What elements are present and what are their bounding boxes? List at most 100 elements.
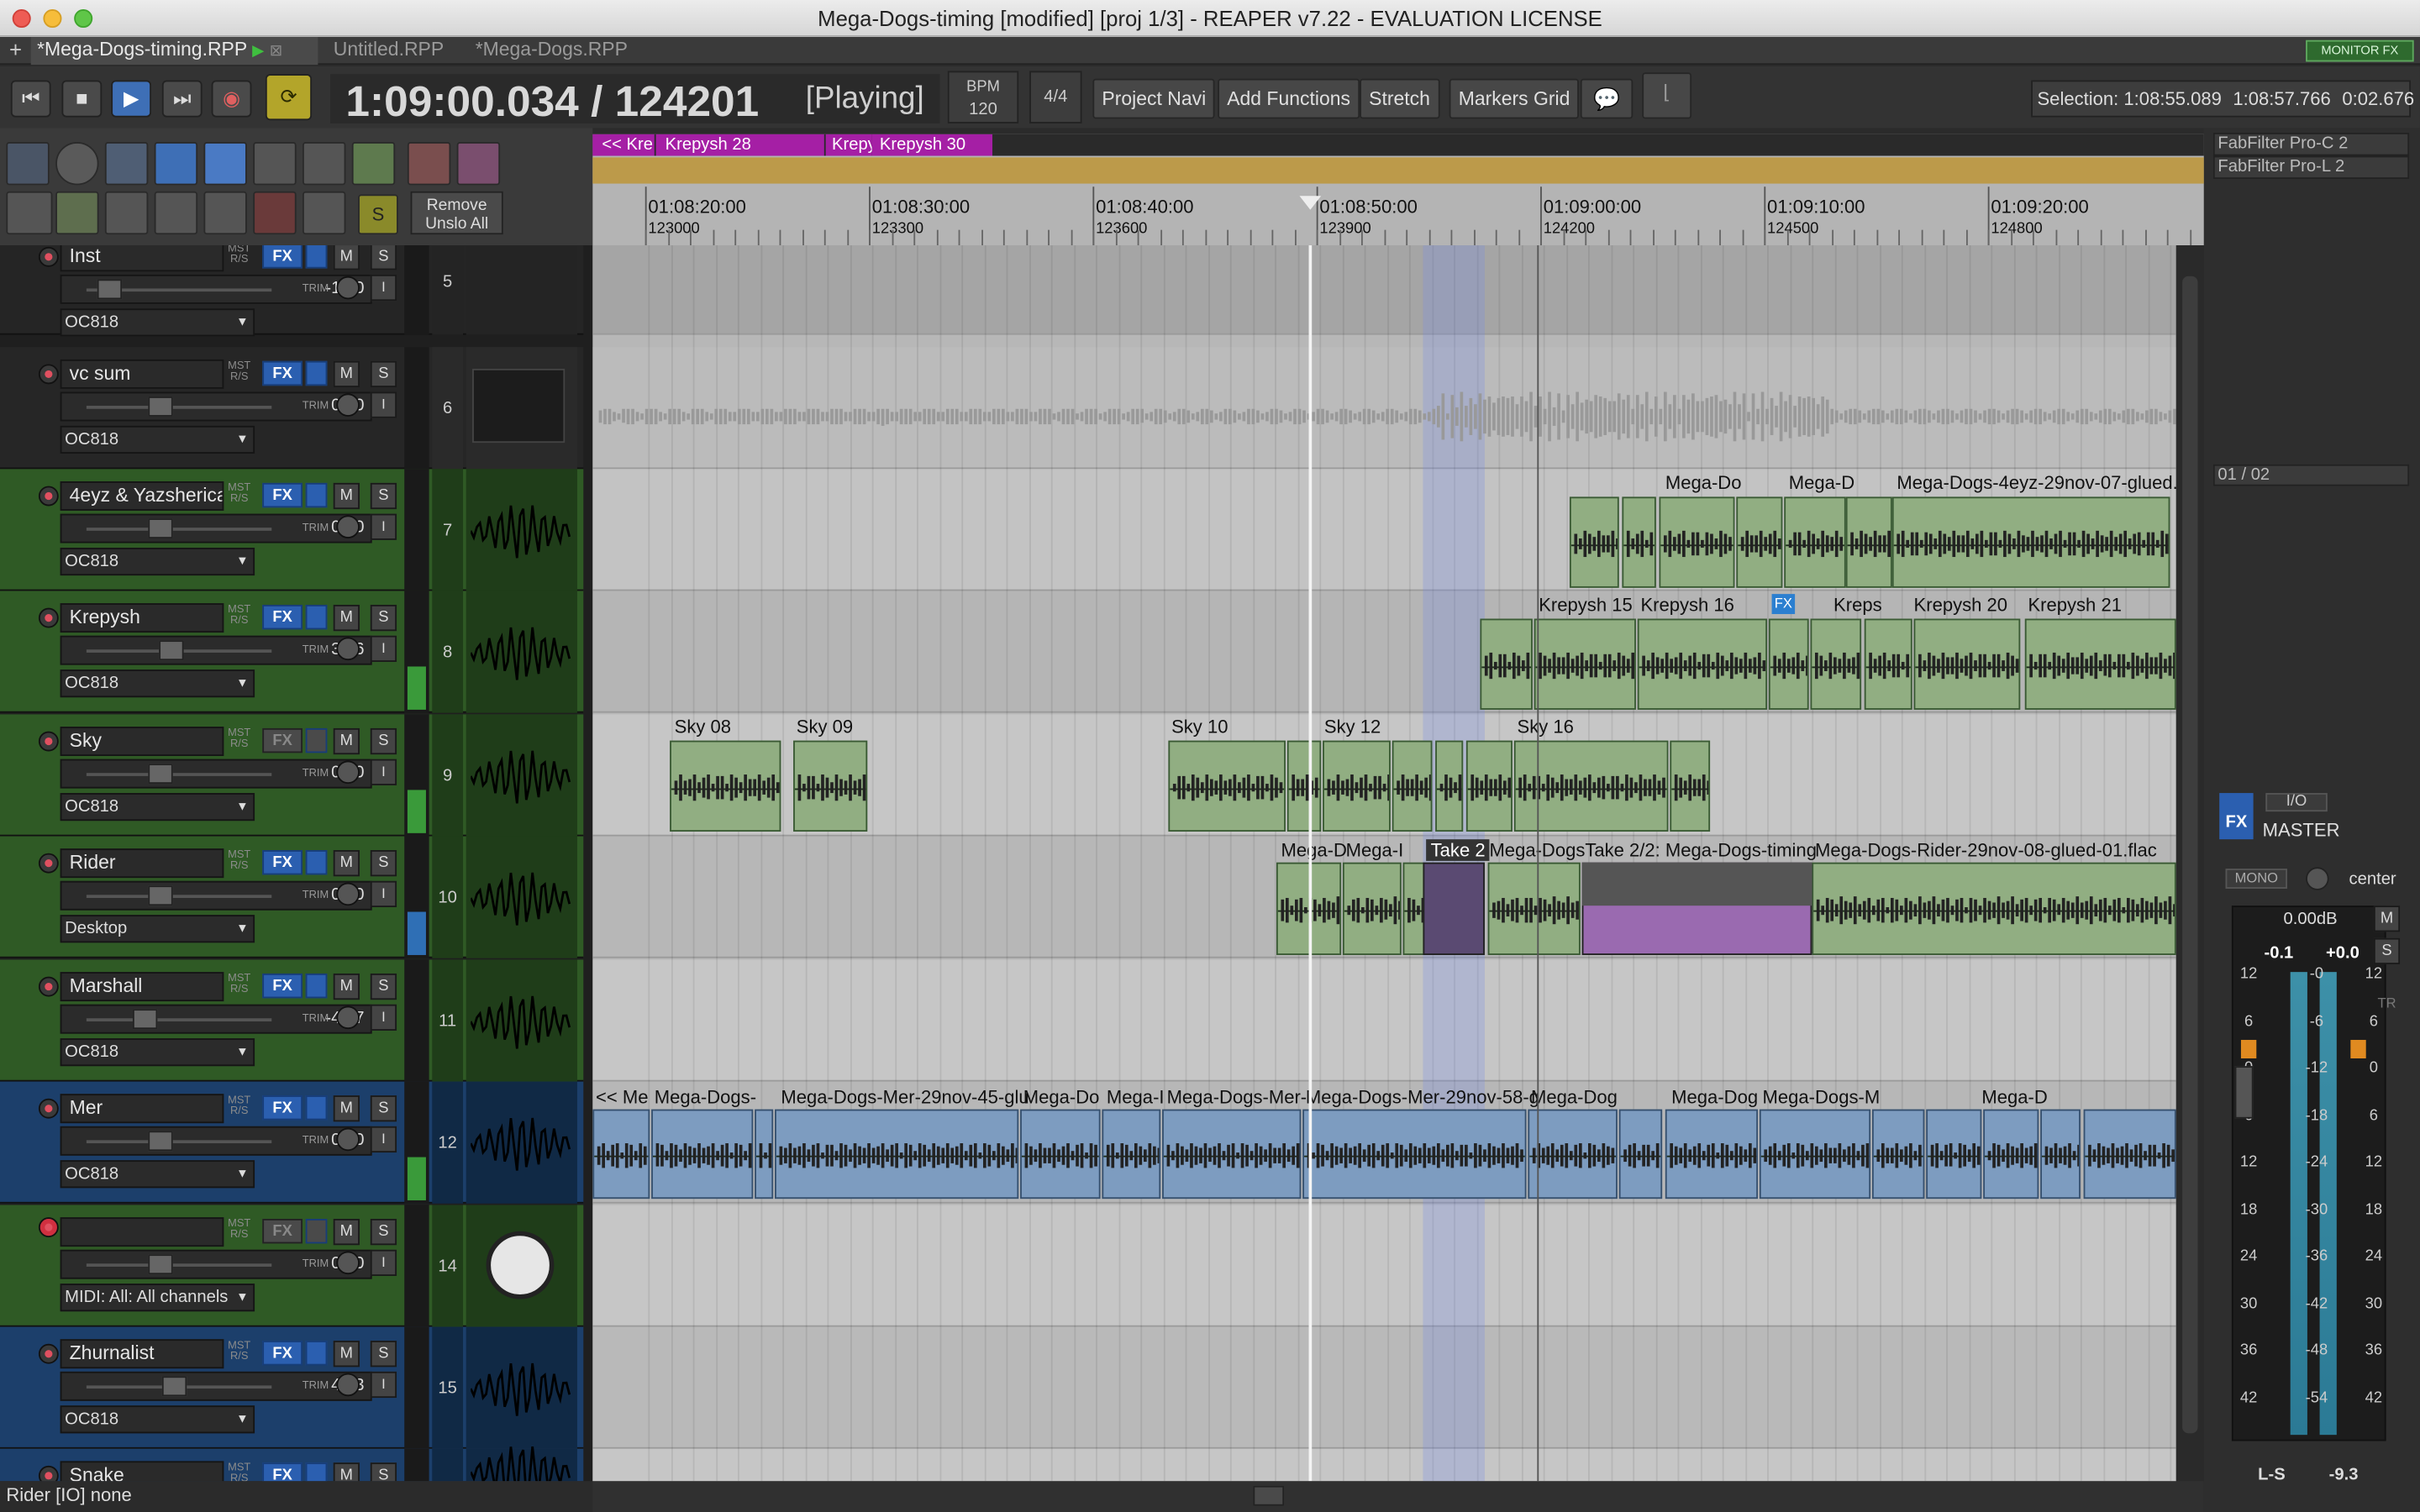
input-monitor-button[interactable]: I [370, 513, 397, 540]
track-lane[interactable] [592, 1326, 2176, 1449]
media-item[interactable] [1913, 618, 2021, 710]
go-to-start-button[interactable]: ⏮ [10, 80, 51, 118]
arrange-view[interactable]: Mega-Do Mega-D Mega-Dogs-4eyz-29nov-07-glu… [592, 245, 2176, 1482]
media-item[interactable] [2024, 618, 2176, 710]
fx-bypass-icon[interactable] [305, 604, 328, 630]
media-item[interactable] [1569, 496, 1619, 588]
fader-handle[interactable] [148, 885, 173, 906]
media-item[interactable] [1810, 618, 1862, 710]
toolbar-pencil-pink-icon[interactable] [456, 141, 501, 186]
pan-knob[interactable] [336, 1373, 360, 1397]
track-name[interactable] [60, 1217, 224, 1247]
input-select[interactable]: OC818 ▼ [60, 425, 255, 454]
record-arm-button[interactable] [38, 607, 59, 628]
media-item[interactable] [1286, 740, 1322, 832]
mute-button[interactable]: M [333, 604, 360, 632]
fx-bypass-icon[interactable] [305, 1219, 328, 1244]
track-name[interactable]: Marshall [60, 972, 224, 1002]
input-select[interactable]: OC818 ▼ [60, 1160, 255, 1189]
toolbar-delete-icon[interactable] [253, 191, 297, 235]
stretch-button[interactable]: Stretch [1360, 78, 1439, 119]
input-select[interactable]: OC818 ▼ [60, 1038, 255, 1067]
fx-slot-pro-c[interactable]: FabFilter Pro-C 2 [2212, 132, 2410, 156]
record-arm-button[interactable] [38, 1465, 59, 1482]
mute-button[interactable]: M [333, 1462, 360, 1482]
track-lane[interactable] [592, 959, 2176, 1082]
add-tab-icon[interactable]: + [3, 37, 29, 65]
fader-handle[interactable] [148, 1254, 173, 1275]
project-navi-button[interactable]: Project Navi [1092, 78, 1216, 119]
input-select[interactable]: OC818 ▼ [60, 548, 255, 576]
media-item[interactable] [651, 1109, 754, 1200]
media-item[interactable] [1102, 1109, 1161, 1200]
pan-knob[interactable] [336, 760, 360, 785]
monitor-fx-button[interactable]: MONITOR FX [2306, 39, 2414, 62]
media-item[interactable] [1665, 1109, 1759, 1200]
input-monitor-button[interactable]: I [370, 391, 397, 418]
fx-button[interactable]: FX [262, 1462, 302, 1482]
scroll-thumb[interactable] [2182, 276, 2198, 1434]
fader-handle[interactable] [148, 518, 173, 539]
solo-button[interactable]: S [370, 1095, 397, 1122]
solo-button[interactable]: S [370, 360, 397, 388]
fader-handle[interactable] [148, 1131, 173, 1152]
track-header[interactable]: MSTR/SFXMS0.00TRIMIMIDI: All: All channe… [0, 1205, 584, 1327]
track-lane[interactable] [592, 245, 2176, 335]
media-item[interactable] [1618, 1109, 1663, 1200]
pan-knob[interactable] [336, 882, 360, 906]
tab-untitled[interactable]: Untitled.RPP [327, 37, 450, 65]
record-arm-button[interactable] [38, 731, 59, 752]
media-item[interactable] [1342, 862, 1402, 955]
master-fx-button[interactable]: FX [2219, 793, 2254, 840]
media-item[interactable] [1670, 740, 1711, 832]
toolbar-pencil-red-icon[interactable] [407, 141, 451, 186]
input-select[interactable]: OC818 ▼ [60, 308, 255, 337]
track-lane[interactable] [592, 1448, 2176, 1482]
track-name[interactable]: Inst [60, 245, 224, 272]
region-marker[interactable]: Krepy [825, 134, 872, 156]
metronome-icon[interactable]: ⌊ [1642, 72, 1692, 119]
fx-bypass-icon[interactable] [305, 1341, 328, 1366]
record-arm-button[interactable] [38, 246, 59, 267]
fx-button[interactable]: FX [262, 1341, 302, 1366]
toolbar-loop-icon[interactable] [302, 141, 346, 186]
region-marker[interactable]: << Kre [592, 134, 655, 156]
track-header[interactable]: 4eyz & YazshericaMSTR/SFXMS0.00TRIMIOC81… [0, 469, 584, 591]
toolbar-pencil-green-icon[interactable] [351, 141, 396, 186]
pan-knob[interactable] [336, 515, 360, 539]
input-monitor-button[interactable]: I [370, 1004, 397, 1031]
solo-button[interactable]: S [370, 727, 397, 755]
media-item[interactable] [1487, 862, 1581, 955]
master-io-button[interactable]: I/O [2265, 793, 2328, 812]
time-signature[interactable]: 4/4 [1029, 71, 1082, 123]
media-item[interactable] [1871, 1109, 1925, 1200]
input-select[interactable]: OC818 ▼ [60, 1405, 255, 1434]
media-item[interactable] [755, 1109, 774, 1200]
toolbar-lock-icon[interactable] [6, 191, 53, 235]
input-select[interactable]: OC818 ▼ [60, 669, 255, 698]
take-item[interactable] [1423, 862, 1485, 955]
media-item[interactable] [1736, 496, 1783, 588]
track-name[interactable]: Krepysh [60, 603, 224, 633]
toolbar-split-icon[interactable] [154, 191, 198, 235]
fx-button[interactable]: FX [262, 245, 302, 269]
track-lane[interactable] [592, 1205, 2176, 1327]
region-marker[interactable]: Krepysh 28 [655, 134, 824, 156]
solo-button[interactable]: S [370, 850, 397, 877]
toolbar-group-icon[interactable] [203, 141, 247, 186]
fx-button[interactable]: FX [262, 482, 302, 508]
track-header[interactable]: KrepyshMSTR/SFXMS3.36TRIMIOC818▼8 [0, 591, 584, 713]
input-monitor-button[interactable]: I [370, 1249, 397, 1276]
track-header[interactable]: InstMSTR/SFXMS-15.0TRIMIOC818▼5 [0, 245, 584, 337]
fx-bypass-icon[interactable] [305, 245, 328, 269]
mute-button[interactable]: M [333, 482, 360, 510]
input-select[interactable]: Desktop ▼ [60, 915, 255, 943]
pan-knob[interactable] [336, 393, 360, 417]
fader-handle[interactable] [132, 1009, 157, 1030]
fx-page-indicator[interactable]: 01 / 02 [2212, 464, 2410, 486]
record-button[interactable]: ◉ [211, 80, 252, 118]
fx-button[interactable]: FX [262, 604, 302, 630]
media-item[interactable] [1768, 618, 1809, 710]
fx-button[interactable]: FX [262, 973, 302, 999]
solo-button[interactable]: S [370, 1219, 397, 1246]
